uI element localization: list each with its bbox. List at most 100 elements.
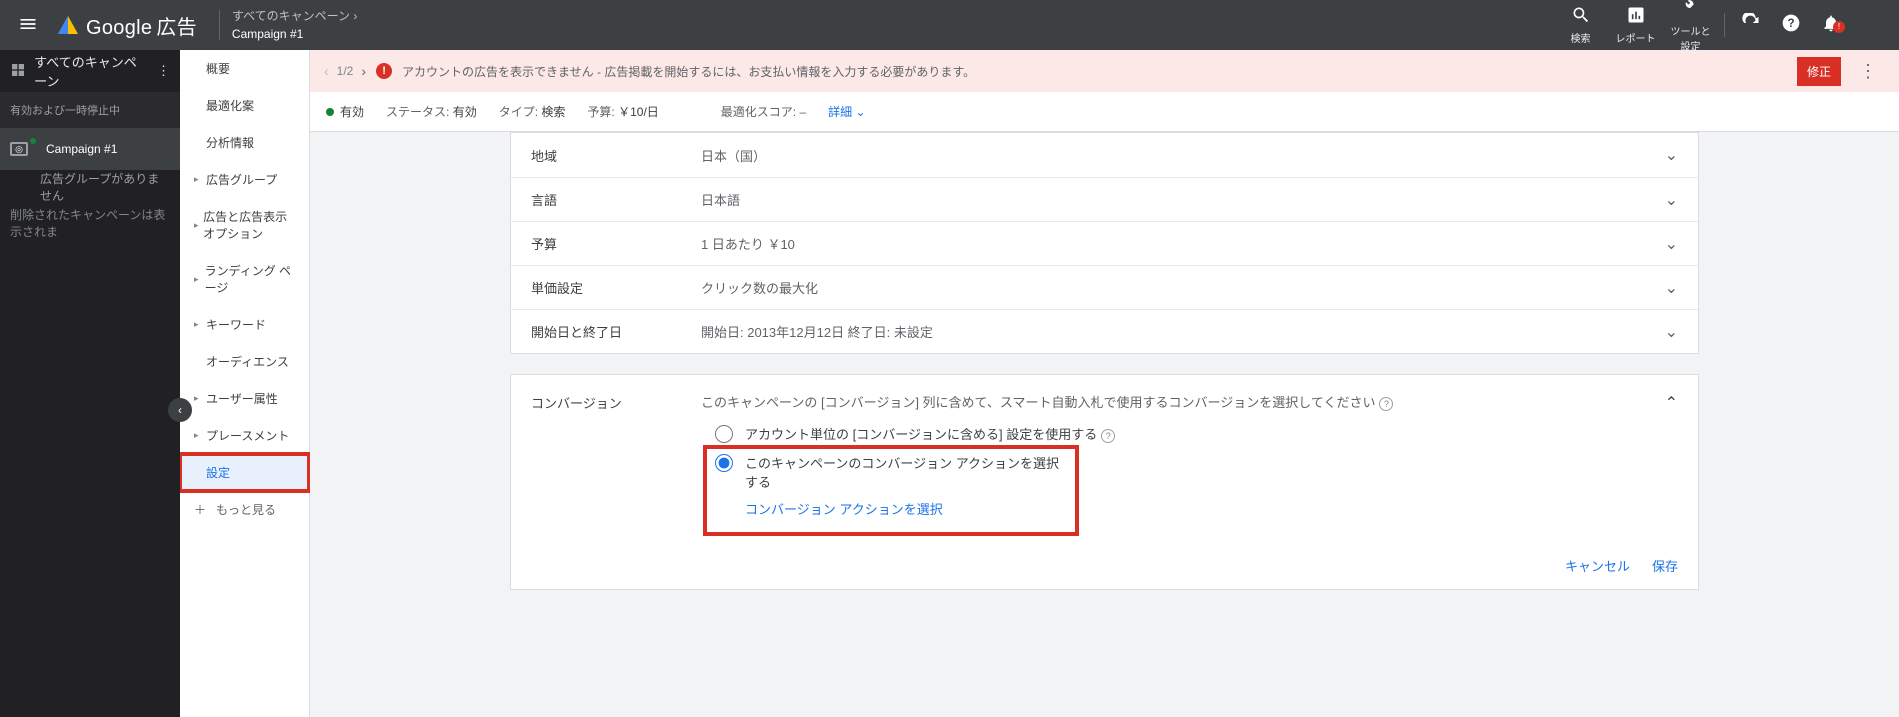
type-label: タイプ:	[499, 105, 538, 119]
opt1-label: アカウント単位の [コンバージョンに含める] 設定を使用する	[745, 427, 1097, 442]
select-conversion-action-link[interactable]: コンバージョン アクションを選択	[745, 499, 1071, 518]
page-nav: 概要最適化案分析情報▸広告グループ▸広告と広告表示オプション▸ランディング ペー…	[180, 50, 310, 717]
cancel-button[interactable]: キャンセル	[1565, 556, 1630, 575]
status-value: 有効	[453, 105, 477, 119]
refresh-icon[interactable]	[1731, 13, 1771, 38]
chevron-right-icon: ▸	[194, 319, 202, 330]
nav-item-label: オーディエンス	[206, 353, 289, 370]
setting-row-3[interactable]: 単価設定クリック数の最大化⌄	[511, 265, 1698, 309]
chevron-down-icon: ⌄	[856, 105, 866, 119]
nav-item-1[interactable]: 最適化案	[180, 87, 309, 124]
nav-item-label: 設定	[206, 464, 230, 481]
nav-item-7[interactable]: オーディエンス	[180, 343, 309, 380]
nav-item-label: キーワード	[206, 316, 266, 333]
status-enabled: 有効	[340, 103, 364, 120]
fix-button[interactable]: 修正	[1797, 57, 1841, 86]
conversion-desc: このキャンペーンの [コンバージョン] 列に含めて、スマート自動入札で使用するコ…	[701, 395, 1375, 410]
conversion-label: コンバージョン	[531, 393, 701, 414]
nav-item-2[interactable]: 分析情報	[180, 124, 309, 161]
nav-item-4[interactable]: ▸ 広告と広告表示オプション	[180, 198, 309, 252]
conversion-option-campaign[interactable]: このキャンペーンのコンバージョン アクションを選択する コンバージョン アクショ…	[715, 453, 1071, 518]
status-label: ステータス:	[386, 105, 449, 119]
setting-row-0[interactable]: 地域日本（国）⌄	[511, 133, 1698, 177]
save-button[interactable]: 保存	[1652, 556, 1678, 575]
detail-link[interactable]: 詳細 ⌄	[828, 103, 865, 120]
help-icon[interactable]: ?	[1379, 397, 1393, 411]
breadcrumb-line2: Campaign #1	[232, 25, 357, 43]
campaign-status-bar: 有効 ステータス: 有効 タイプ: 検索 予算: ￥10/日 最適化スコア: –…	[310, 92, 1899, 132]
brand-logo[interactable]: Google広告	[48, 11, 207, 40]
nav-item-label: ランディング ページ	[205, 262, 295, 296]
type-value: 検索	[541, 105, 565, 119]
nav-item-6[interactable]: ▸ キーワード	[180, 306, 309, 343]
nav-item-0[interactable]: 概要	[180, 50, 309, 87]
setting-row-1[interactable]: 言語日本語⌄	[511, 177, 1698, 221]
deleted-note-label: 削除されたキャンペーンは表示されま	[10, 206, 170, 240]
nav-item-9[interactable]: ▸プレースメント	[180, 417, 309, 454]
alert-banner: ‹ 1/2 › ! アカウントの広告を表示できません - 広告掲載を開始するには…	[310, 50, 1899, 92]
alert-next-icon[interactable]: ›	[361, 63, 366, 79]
setting-value: 開始日: 2013年12月12日 終了日: 未設定	[701, 322, 1665, 341]
alert-prev-icon[interactable]: ‹	[324, 63, 329, 79]
brand-google: Google	[86, 17, 152, 39]
setting-value: 1 日あたり ￥10	[701, 234, 1665, 253]
help-icon[interactable]: ?	[1771, 13, 1811, 38]
report-tool[interactable]: レポート	[1608, 5, 1663, 45]
collapse-icon[interactable]: ⌃	[1665, 393, 1678, 414]
kebab-icon[interactable]: ⋮	[157, 63, 170, 79]
plus-icon: ＋	[194, 501, 206, 518]
breadcrumb[interactable]: すべてのキャンペーン › Campaign #1	[232, 7, 357, 43]
status-dot-icon	[326, 108, 334, 116]
nav-item-11[interactable]: ＋ もっと見る	[180, 491, 309, 528]
chevron-down-icon: ⌄	[1665, 234, 1678, 254]
search-label: 検索	[1553, 30, 1608, 45]
radio-account[interactable]	[715, 425, 733, 443]
nav-item-label: プレースメント	[206, 427, 289, 444]
tools-label: ツールと 設定	[1663, 23, 1718, 53]
search-tool[interactable]: 検索	[1553, 5, 1608, 45]
radio-campaign[interactable]	[715, 454, 733, 472]
nav-item-label: 最適化案	[206, 97, 254, 114]
setting-label: 予算	[531, 234, 701, 253]
setting-label: 地域	[531, 146, 701, 165]
chevron-right-icon: ▸	[194, 274, 201, 285]
conversion-option-account[interactable]: アカウント単位の [コンバージョンに含める] 設定を使用する?	[715, 424, 1678, 443]
nav-item-3[interactable]: ▸広告グループ	[180, 161, 309, 198]
chevron-right-icon: ▸	[194, 174, 202, 185]
nav-item-5[interactable]: ▸ ランディング ページ	[180, 252, 309, 306]
chevron-right-icon: ▸	[194, 220, 199, 231]
nav-item-label: 広告と広告表示オプション	[203, 208, 295, 242]
setting-value: クリック数の最大化	[701, 278, 1665, 297]
campaign-icon: ◎	[10, 142, 28, 156]
setting-row-2[interactable]: 予算1 日あたり ￥10⌄	[511, 221, 1698, 265]
all-campaigns-label: すべてのキャンペーン	[34, 52, 149, 90]
nav-item-8[interactable]: ▸ユーザー属性	[180, 380, 309, 417]
nav-item-label: 分析情報	[206, 134, 254, 151]
campaign-name: Campaign #1	[46, 142, 117, 156]
status-dot-icon	[30, 138, 36, 144]
deleted-note-row: 削除されたキャンペーンは表示されま	[0, 204, 180, 242]
nav-item-label: もっと見る	[216, 501, 276, 518]
grid-icon	[10, 62, 26, 81]
setting-label: 言語	[531, 190, 701, 209]
opt-score: 最適化スコア: –	[721, 103, 806, 120]
setting-row-4[interactable]: 開始日と終了日開始日: 2013年12月12日 終了日: 未設定⌄	[511, 309, 1698, 353]
filter-status-row[interactable]: 有効および一時停止中	[0, 92, 180, 128]
notifications-icon[interactable]: !	[1811, 13, 1851, 38]
help-icon[interactable]: ?	[1101, 429, 1115, 443]
sidebar-campaign-item[interactable]: ◎ Campaign #1	[0, 128, 180, 170]
budget-value: ￥10/日	[618, 105, 659, 119]
alert-more-icon[interactable]: ⋮	[1851, 61, 1885, 82]
breadcrumb-line1: すべてのキャンペーン ›	[232, 7, 357, 25]
nav-item-10[interactable]: 設定	[180, 454, 309, 491]
alert-page: 1/2	[337, 64, 354, 78]
conversion-card: コンバージョン このキャンペーンの [コンバージョン] 列に含めて、スマート自動…	[510, 374, 1699, 590]
hamburger-icon[interactable]	[8, 14, 48, 37]
setting-value: 日本（国）	[701, 146, 1665, 165]
all-campaigns-row[interactable]: すべてのキャンペーン ⋮	[0, 50, 180, 92]
filter-status-label: 有効および一時停止中	[10, 102, 120, 118]
tools-settings-tool[interactable]: ツールと 設定	[1663, 0, 1718, 53]
svg-text:?: ?	[1787, 17, 1794, 30]
collapse-sidebar-icon[interactable]: ‹	[168, 398, 192, 422]
nav-item-label: ユーザー属性	[206, 390, 278, 407]
